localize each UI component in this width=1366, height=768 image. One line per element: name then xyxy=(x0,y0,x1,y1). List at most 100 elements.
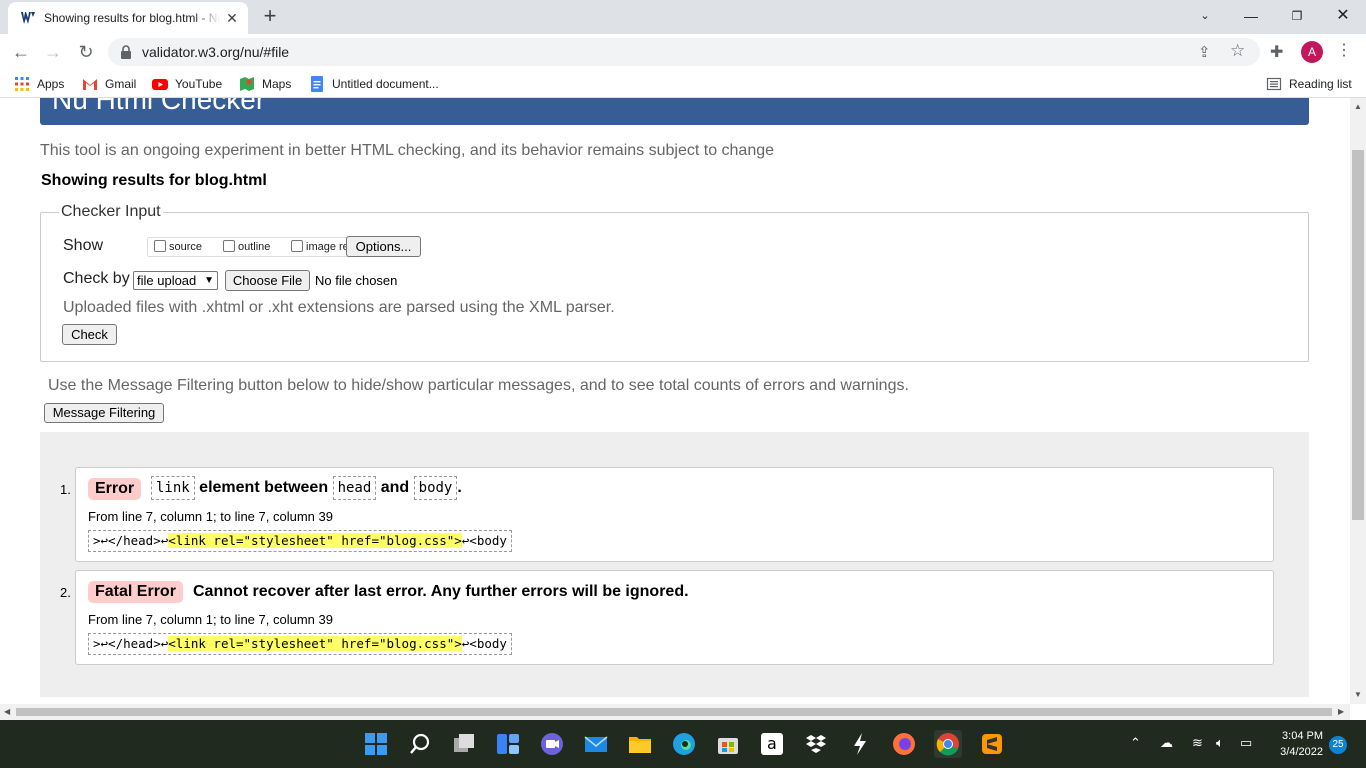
message-filtering-note: Use the Message Filtering button below t… xyxy=(48,377,909,394)
checkbox-box[interactable] xyxy=(291,240,303,252)
message-fragment: element between xyxy=(199,479,329,497)
bookmark-untitled-document[interactable]: Untitled document... xyxy=(309,76,439,92)
widgets-icon[interactable] xyxy=(494,730,522,758)
windows-taskbar: a ⌃ ☁ ≋ 🔈︎ ▭ 3:04 PM 3/4/2022 25 xyxy=(0,720,1366,768)
bookmark-youtube[interactable]: YouTube xyxy=(152,76,222,92)
outline-checkbox[interactable]: outline xyxy=(223,240,270,253)
svg-text:a: a xyxy=(767,734,777,753)
checkbox-label: source xyxy=(169,241,203,253)
error-text: link element between head and body. xyxy=(151,476,462,500)
check-by-label: Check by xyxy=(63,270,130,287)
choose-file-button[interactable]: Choose File xyxy=(225,270,310,291)
message-fragment: and xyxy=(380,479,410,497)
firefox-icon[interactable] xyxy=(890,730,918,758)
bookmark-maps[interactable]: Maps xyxy=(239,76,291,92)
amazon-icon[interactable]: a xyxy=(758,730,786,758)
bookmark-gmail[interactable]: Gmail xyxy=(82,76,136,92)
show-hidden-icons-chevron-icon[interactable]: ⌃ xyxy=(1130,735,1141,751)
file-explorer-icon[interactable] xyxy=(626,730,654,758)
microsoft-store-icon[interactable] xyxy=(714,730,742,758)
tab-title: Showing results for blog.html - Nu Html … xyxy=(44,11,220,25)
app-bolt-icon[interactable] xyxy=(846,730,874,758)
search-icon[interactable] xyxy=(406,730,434,758)
scroll-up-arrow-icon[interactable]: ▲ xyxy=(1354,102,1362,111)
tab-strip: Showing results for blog.html - Nu Html … xyxy=(0,0,1366,34)
address-bar[interactable]: validator.w3.org/nu/#file ⇪ ☆ xyxy=(108,38,1260,66)
sublime-text-icon[interactable] xyxy=(978,730,1006,758)
check-by-select[interactable]: file upload ▼ xyxy=(133,271,218,290)
code-link: link xyxy=(151,476,195,500)
source-checkbox[interactable]: source xyxy=(154,240,202,253)
battery-icon[interactable]: ▭ xyxy=(1240,735,1252,751)
tab-close-icon[interactable]: ✕ xyxy=(224,10,240,26)
message-filtering-button[interactable]: Message Filtering xyxy=(44,403,164,423)
task-view-icon[interactable] xyxy=(450,730,478,758)
page-viewport: Nu Html Checker This tool is an ongoing … xyxy=(0,98,1350,704)
error-message: Error link element between head and body… xyxy=(75,467,1274,562)
bookmark-label: Apps xyxy=(37,77,65,91)
mail-icon[interactable] xyxy=(582,730,610,758)
tab-search-icon[interactable]: ⌄ xyxy=(1182,0,1228,32)
select-value: file upload xyxy=(137,273,197,288)
volume-icon[interactable]: 🔈︎ xyxy=(1216,735,1224,751)
message-number: 2. xyxy=(60,585,71,600)
code-body: body xyxy=(413,476,458,500)
minimize-button[interactable]: — xyxy=(1228,0,1274,32)
horizontal-scrollbar[interactable]: ◀ ▶ xyxy=(0,704,1350,720)
extract-highlight: <link rel="stylesheet" href="blog.css"> xyxy=(168,636,462,651)
maps-icon xyxy=(240,77,254,91)
horizontal-scroll-thumb[interactable] xyxy=(16,708,1332,716)
share-icon[interactable]: ⇪ xyxy=(1198,43,1211,61)
notification-badge[interactable]: 25 xyxy=(1329,736,1347,754)
forward-arrow-icon[interactable]: → xyxy=(40,39,66,65)
browser-toolbar: ← → ↻ validator.w3.org/nu/#file ⇪ ☆ ✚ A … xyxy=(0,34,1366,70)
wifi-icon[interactable]: ≋ xyxy=(1192,735,1203,751)
bookmark-star-icon[interactable]: ☆ xyxy=(1230,41,1245,61)
options-button[interactable]: Options... xyxy=(346,236,421,257)
checkbox-box[interactable] xyxy=(223,240,235,252)
extract-pre: >↩</head>↩ xyxy=(93,636,169,651)
banner-title: Nu Html Checker xyxy=(52,98,266,115)
scroll-right-arrow-icon[interactable]: ▶ xyxy=(1338,707,1344,716)
extract-post: ↩<body xyxy=(461,636,507,651)
error-location: From line 7, column 1; to line 7, column… xyxy=(88,612,333,627)
reload-icon[interactable]: ↻ xyxy=(73,39,99,65)
profile-avatar[interactable]: A xyxy=(1301,41,1323,63)
onedrive-cloud-icon[interactable]: ☁ xyxy=(1160,735,1173,751)
intro-text: This tool is an ongoing experiment in be… xyxy=(40,142,775,159)
lock-icon xyxy=(121,45,131,59)
chrome-icon[interactable] xyxy=(934,730,962,758)
taskbar-clock[interactable]: 3:04 PM 3/4/2022 xyxy=(1265,728,1323,760)
edge-browser-icon[interactable] xyxy=(670,730,698,758)
reading-list-button[interactable]: Reading list xyxy=(1266,76,1352,92)
extract-post: ↩<body xyxy=(461,533,507,548)
checker-input-fieldset: Checker Input Show source outline image … xyxy=(40,203,1309,362)
bookmark-apps[interactable]: Apps xyxy=(14,76,64,92)
teams-chat-icon[interactable] xyxy=(538,730,566,758)
close-window-button[interactable]: ✕ xyxy=(1320,0,1366,32)
vertical-scrollbar[interactable]: ▲ ▼ xyxy=(1350,98,1366,704)
windows-start-icon[interactable] xyxy=(362,730,390,758)
show-label: Show xyxy=(63,237,104,254)
scroll-down-arrow-icon[interactable]: ▼ xyxy=(1354,690,1362,699)
w3c-favicon-icon xyxy=(21,12,35,24)
code-head: head xyxy=(332,476,377,500)
menu-dots-icon[interactable]: ⋮ xyxy=(1336,40,1352,60)
browser-tab[interactable]: Showing results for blog.html - Nu Html … xyxy=(8,2,248,34)
dropbox-icon[interactable] xyxy=(802,730,830,758)
fatal-error-message: Fatal Error Cannot recover after last er… xyxy=(75,570,1274,665)
new-tab-button[interactable]: + xyxy=(258,5,282,29)
url-text: validator.w3.org/nu/#file xyxy=(142,44,290,60)
restore-button[interactable]: ❐ xyxy=(1274,0,1320,32)
nu-checker-banner: Nu Html Checker xyxy=(40,98,1309,125)
vertical-scroll-thumb[interactable] xyxy=(1352,150,1364,520)
scroll-left-arrow-icon[interactable]: ◀ xyxy=(4,707,10,716)
back-arrow-icon[interactable]: ← xyxy=(8,39,34,65)
extensions-puzzle-icon[interactable]: ✚ xyxy=(1270,42,1283,62)
bookmark-label: Maps xyxy=(262,77,292,91)
extract-highlight: <link rel="stylesheet" href="blog.css"> xyxy=(168,533,462,548)
check-button[interactable]: Check xyxy=(62,324,117,345)
results-panel: 1. Error link element between head and b… xyxy=(40,432,1309,697)
fatal-error-badge: Fatal Error xyxy=(88,581,183,603)
checkbox-box[interactable] xyxy=(154,240,166,252)
